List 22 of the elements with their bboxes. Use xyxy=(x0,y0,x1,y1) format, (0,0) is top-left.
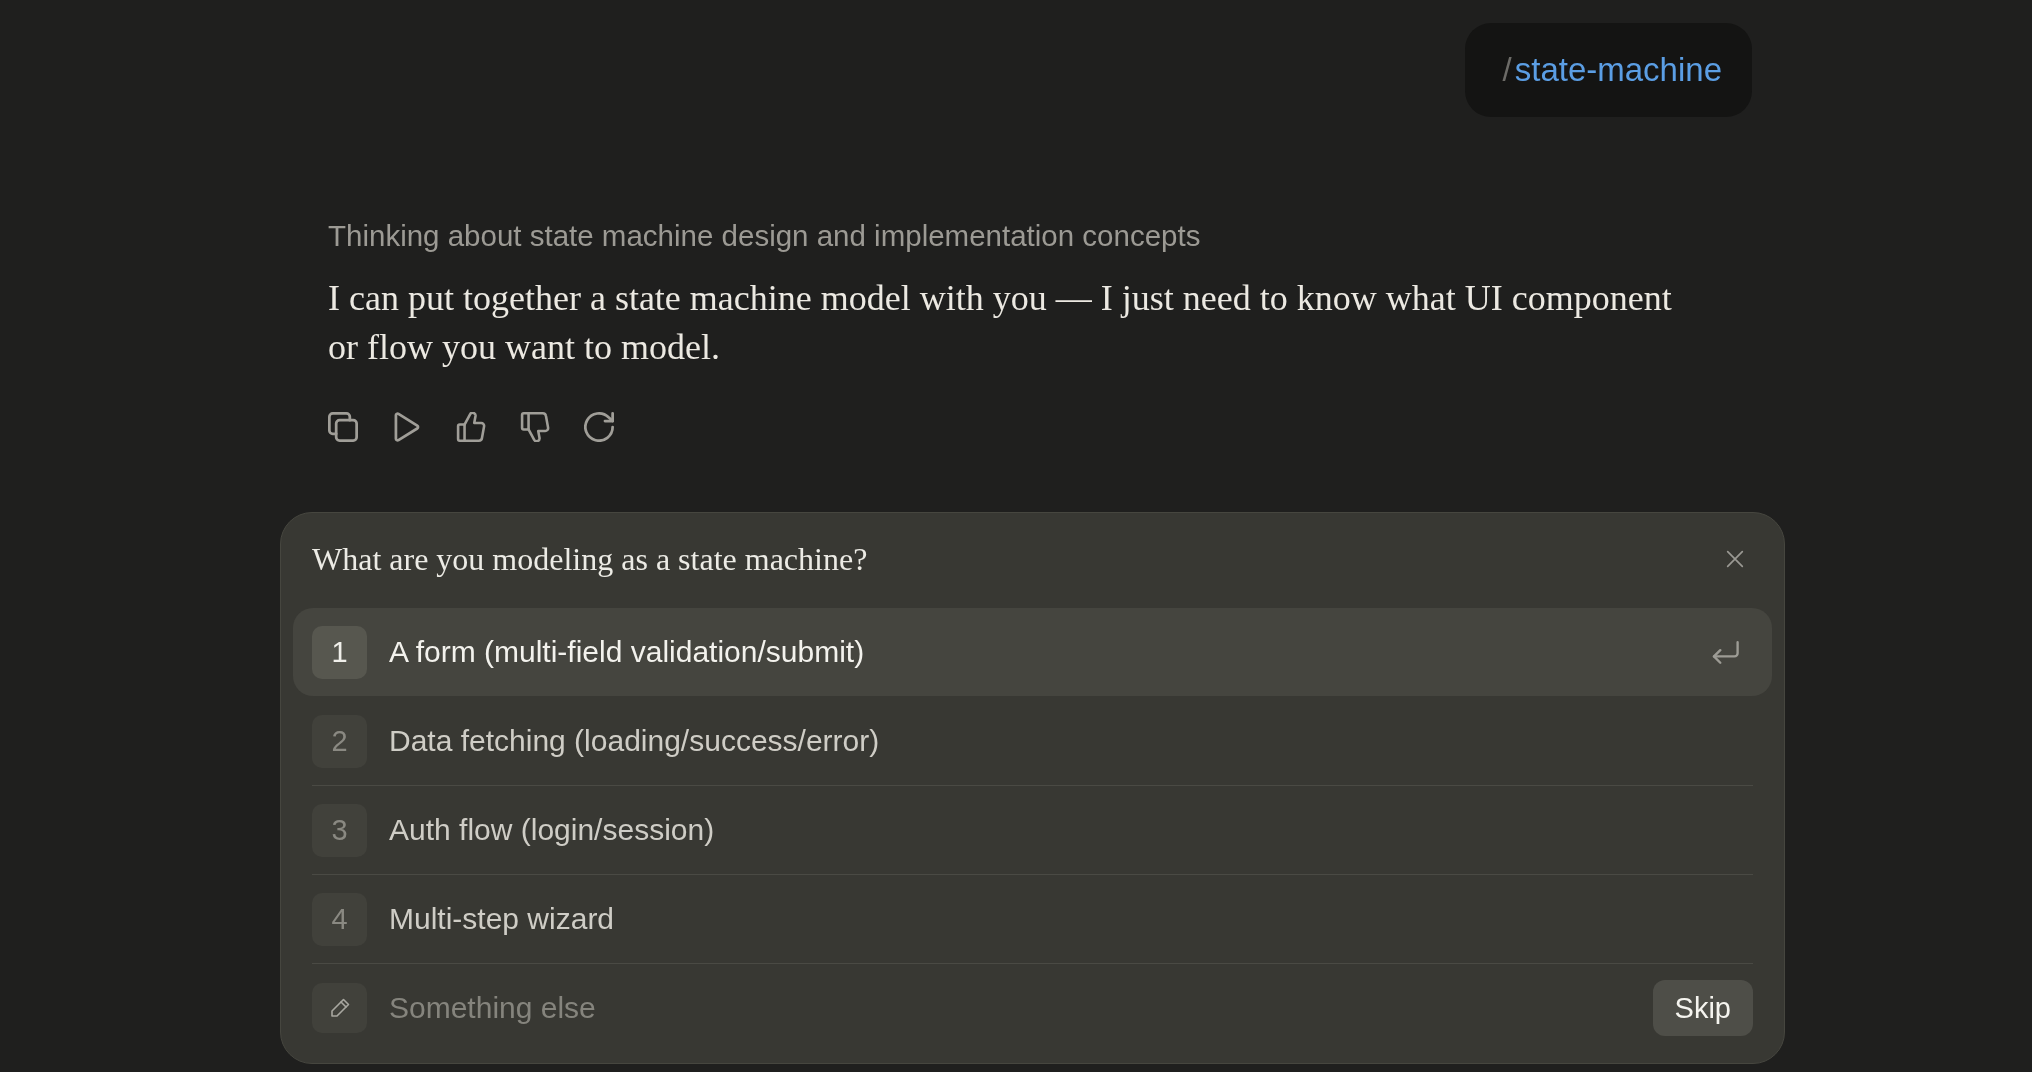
question-title: What are you modeling as a state machine? xyxy=(312,541,868,577)
assistant-message: I can put together a state machine model with you — I just need to know what UI component or flow you want to model. xyxy=(328,277,1673,369)
option-button[interactable]: 4 Multi-step wizard xyxy=(293,875,1772,963)
pencil-icon xyxy=(312,983,367,1033)
option-number: 1 xyxy=(312,625,367,679)
refresh-icon[interactable] xyxy=(584,412,614,442)
slash-command-text: /state-machine xyxy=(1502,50,1722,90)
option-number: 2 xyxy=(312,714,367,768)
option-button[interactable]: 3 Auth flow (login/session) xyxy=(293,786,1772,874)
option-number: 3 xyxy=(312,803,367,857)
skip-button[interactable]: Skip xyxy=(1652,980,1753,1036)
option-number: 4 xyxy=(312,892,367,946)
play-icon[interactable] xyxy=(392,412,422,442)
option-button[interactable]: 1 A form (multi-field validation/submit) xyxy=(293,608,1772,696)
copy-icon[interactable] xyxy=(328,412,358,442)
thumbs-down-icon[interactable] xyxy=(520,412,550,442)
close-icon[interactable] xyxy=(1726,550,1744,568)
return-arrow-icon xyxy=(1711,640,1739,664)
thinking-summary[interactable]: Thinking about state machine design and implementation concepts xyxy=(328,218,1201,254)
option-button[interactable]: 2 Data fetching (loading/success/error) xyxy=(293,697,1772,785)
answer-field[interactable]: Something else xyxy=(389,988,1631,1028)
thumbs-up-icon[interactable] xyxy=(456,412,486,442)
